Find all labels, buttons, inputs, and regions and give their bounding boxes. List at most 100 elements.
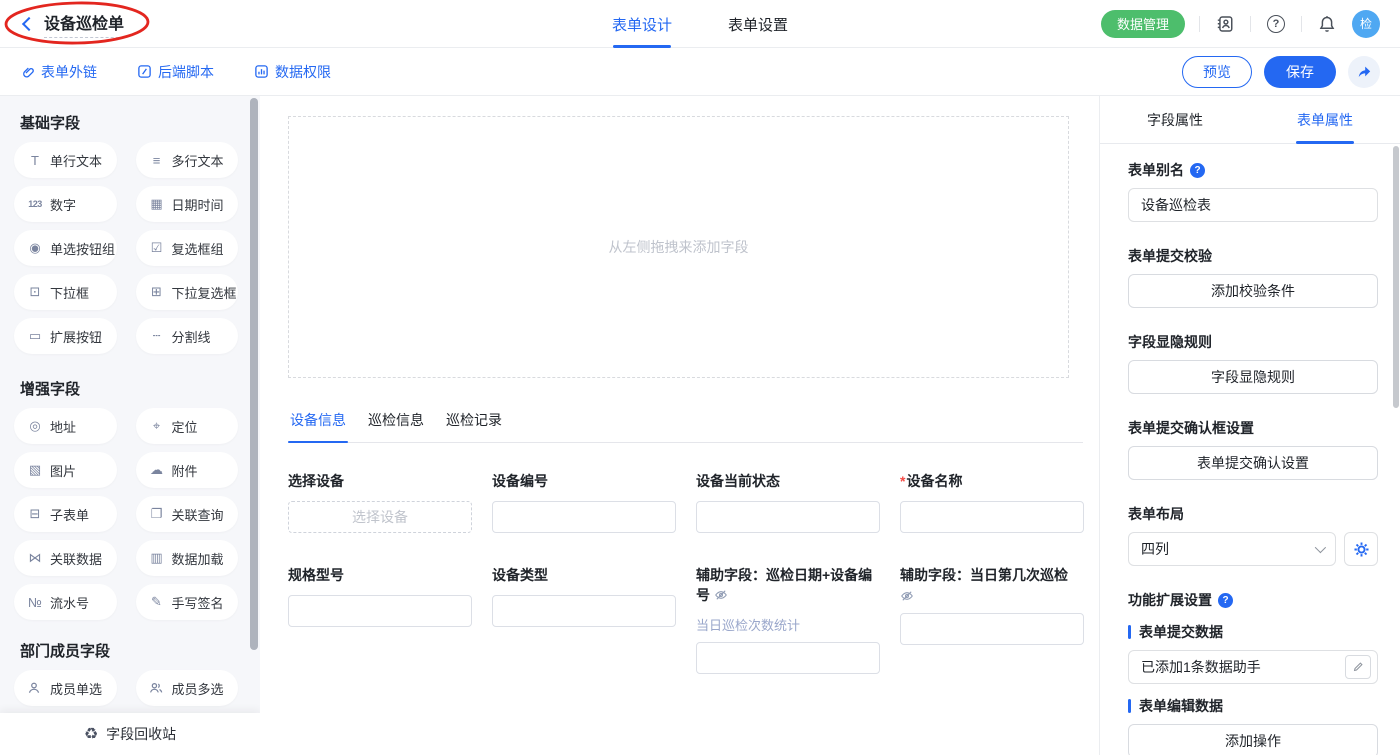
visibility-rules-heading: 字段显隐规则	[1128, 332, 1378, 352]
submit-validation-heading: 表单提交校验	[1128, 246, 1378, 266]
add-validation-button[interactable]: 添加校验条件	[1128, 274, 1378, 308]
field-item-multi-dropdown[interactable]: ⊞下拉复选框	[136, 274, 239, 310]
top-header: 设备巡检单 表单设计 表单设置 数据管理 ?	[0, 0, 1400, 48]
field-item-subform[interactable]: ⊟子表单	[14, 496, 117, 532]
field-item-extend-button[interactable]: ▭扩展按钮	[14, 318, 117, 354]
add-operation-button[interactable]: 添加操作	[1128, 724, 1378, 755]
tab-field-properties[interactable]: 字段属性	[1100, 96, 1250, 143]
tab-form-settings[interactable]: 表单设置	[728, 0, 788, 48]
backend-script-link[interactable]: 后端脚本	[137, 62, 214, 82]
extension-settings-heading: 功能扩展设置 ?	[1128, 590, 1378, 610]
help-badge-icon[interactable]: ?	[1190, 163, 1205, 178]
form-field-aux-date-number[interactable]: 辅助字段：巡检日期+设备编号 当日巡检次数统计	[696, 565, 880, 674]
properties-tabs: 字段属性 表单属性	[1100, 96, 1400, 144]
sidebar-scrollbar[interactable]	[250, 98, 258, 650]
layout-settings-button[interactable]	[1344, 532, 1378, 566]
field-item-divider[interactable]: ┄分割线	[136, 318, 239, 354]
select-device-picker[interactable]: 选择设备	[288, 501, 472, 533]
field-library-sidebar: 基础字段 T单行文本 ≡多行文本 123数字 ▦日期时间 ◉单选按钮组 ☑复选框…	[0, 96, 260, 755]
form-field-spec-model[interactable]: 规格型号	[288, 565, 472, 674]
checkbox-icon: ☑	[149, 240, 165, 256]
field-item-signature[interactable]: ✎手写签名	[136, 584, 239, 620]
field-recycle-bin[interactable]: ♻ 字段回收站	[0, 713, 260, 755]
contacts-icon[interactable]	[1214, 13, 1236, 35]
tab-inspection-info[interactable]: 巡检信息	[366, 404, 426, 442]
device-name-input[interactable]	[900, 501, 1084, 533]
pen-icon: ✎	[149, 594, 165, 610]
form-properties-content: 表单别名 ? 设备巡检表 表单提交校验 添加校验条件 字段显隐规则 字段显隐规则…	[1100, 144, 1400, 755]
daily-count-stat-input[interactable]	[696, 642, 880, 674]
field-item-multi-line-text[interactable]: ≡多行文本	[136, 142, 239, 178]
data-manage-button[interactable]: 数据管理	[1101, 10, 1185, 38]
form-layout-heading: 表单布局	[1128, 504, 1378, 524]
tab-inspection-record[interactable]: 巡检记录	[444, 404, 504, 442]
field-item-dropdown[interactable]: ⊡下拉框	[14, 274, 117, 310]
multi-dropdown-icon: ⊞	[149, 284, 165, 300]
field-item-relation-query[interactable]: ❐关联查询	[136, 496, 239, 532]
form-field-aux-nth-inspection[interactable]: 辅助字段：当日第几次巡检	[900, 565, 1084, 674]
help-badge-icon[interactable]: ?	[1218, 593, 1233, 608]
panel-scrollbar[interactable]	[1393, 146, 1399, 408]
chevron-down-icon	[1315, 542, 1326, 553]
cloud-upload-icon: ☁	[149, 462, 165, 478]
properties-panel: 字段属性 表单属性 表单别名 ? 设备巡检表 表单提交校验 添加校验条件 字段显…	[1100, 96, 1400, 755]
edit-icon[interactable]	[1345, 655, 1371, 679]
submit-confirm-button[interactable]: 表单提交确认设置	[1128, 446, 1378, 480]
layout-select[interactable]: 四列	[1128, 532, 1336, 566]
daily-count-stat-label: 当日巡检次数统计	[696, 615, 880, 634]
sub-toolbar: 表单外链 后端脚本 数据权限 预览 保存	[0, 48, 1400, 96]
avatar[interactable]: 检	[1352, 10, 1380, 38]
field-item-radio-group[interactable]: ◉单选按钮组	[14, 230, 117, 266]
data-permission-link[interactable]: 数据权限	[254, 62, 331, 82]
field-item-serial-number[interactable]: №流水号	[14, 584, 117, 620]
spec-model-input[interactable]	[288, 595, 472, 627]
relation-data-icon: ⋈	[27, 550, 43, 566]
basic-fields-grid: T单行文本 ≡多行文本 123数字 ▦日期时间 ◉单选按钮组 ☑复选框组 ⊡下拉…	[14, 142, 238, 354]
dropzone[interactable]: 从左侧拖拽来添加字段	[288, 116, 1069, 378]
field-item-checkbox-group[interactable]: ☑复选框组	[136, 230, 239, 266]
device-type-input[interactable]	[492, 595, 676, 627]
tab-device-info[interactable]: 设备信息	[288, 404, 348, 442]
field-item-relation-data[interactable]: ⋈关联数据	[14, 540, 117, 576]
field-item-image[interactable]: ▧图片	[14, 452, 117, 488]
tab-form-design[interactable]: 表单设计	[612, 0, 672, 48]
section-title-member-fields: 部门成员字段	[20, 640, 238, 660]
divider-icon: ┄	[149, 328, 165, 344]
visibility-rules-button[interactable]: 字段显隐规则	[1128, 360, 1378, 394]
form-field-device-number[interactable]: 设备编号	[492, 471, 676, 533]
field-item-location[interactable]: ⌖定位	[136, 408, 239, 444]
help-icon[interactable]: ?	[1265, 13, 1287, 35]
form-external-link[interactable]: 表单外链	[20, 62, 97, 82]
header-actions: 数据管理 ? 检	[1101, 10, 1380, 38]
field-item-number[interactable]: 123数字	[14, 186, 117, 222]
field-item-member-single[interactable]: 成员单选	[14, 670, 117, 706]
field-item-attachment[interactable]: ☁附件	[136, 452, 239, 488]
edit-data-subheading: 表单编辑数据	[1128, 696, 1378, 716]
tab-form-properties[interactable]: 表单属性	[1250, 96, 1400, 143]
form-field-device-type[interactable]: 设备类型	[492, 565, 676, 674]
share-arrow-icon	[1356, 64, 1372, 80]
subform-icon: ⊟	[27, 506, 43, 522]
aux-nth-inspection-input[interactable]	[900, 613, 1084, 645]
field-item-member-multi[interactable]: 成员多选	[136, 670, 239, 706]
form-field-device-name[interactable]: *设备名称	[900, 471, 1084, 533]
device-status-input[interactable]	[696, 501, 880, 533]
accent-bar	[1128, 625, 1131, 639]
preview-button[interactable]: 预览	[1182, 56, 1252, 88]
back-icon[interactable]	[22, 16, 36, 30]
submit-data-box[interactable]: 已添加1条数据助手	[1128, 650, 1378, 684]
device-number-input[interactable]	[492, 501, 676, 533]
divider	[1301, 16, 1302, 32]
save-button[interactable]: 保存	[1264, 56, 1336, 88]
page-title[interactable]: 设备巡检单	[44, 10, 124, 38]
form-field-device-status[interactable]: 设备当前状态	[696, 471, 880, 533]
field-item-single-line-text[interactable]: T单行文本	[14, 142, 117, 178]
share-button[interactable]	[1348, 56, 1380, 88]
field-item-address[interactable]: ◎地址	[14, 408, 117, 444]
form-field-select-device[interactable]: 选择设备 选择设备	[288, 471, 472, 533]
bell-icon[interactable]	[1316, 13, 1338, 35]
field-row-2: 规格型号 设备类型 辅助字段：巡检日期+设备编号 当日巡检次数统计 辅助字段：当…	[288, 565, 1083, 674]
field-item-data-load[interactable]: ▥数据加载	[136, 540, 239, 576]
form-alias-input[interactable]: 设备巡检表	[1128, 188, 1378, 222]
field-item-datetime[interactable]: ▦日期时间	[136, 186, 239, 222]
